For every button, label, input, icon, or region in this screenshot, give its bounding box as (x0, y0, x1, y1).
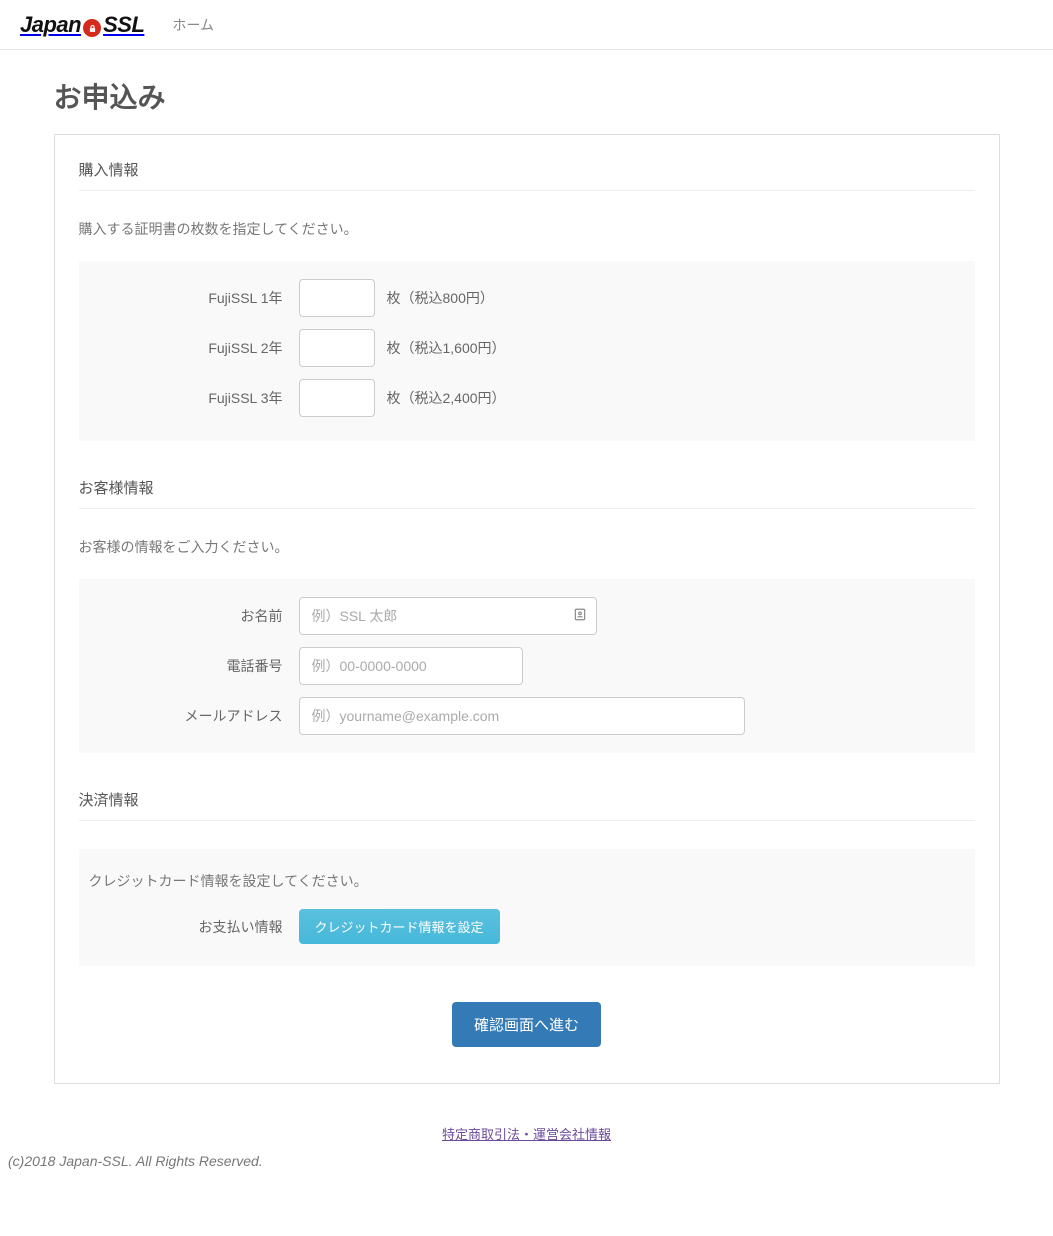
copyright: (c)2018 Japan-SSL. All Rights Reserved. (0, 1149, 1053, 1189)
product-label: FujiSSL 2年 (79, 338, 299, 358)
name-label: お名前 (79, 606, 299, 626)
application-panel: 購入情報 購入する証明書の枚数を指定してください。 FujiSSL 1年 枚（税… (54, 134, 1000, 1084)
product-label: FujiSSL 1年 (79, 288, 299, 308)
unit-price: 枚（税込1,600円） (387, 338, 506, 358)
confirm-button[interactable]: 確認画面へ進む (452, 1002, 601, 1047)
submit-row: 確認画面へ進む (79, 1002, 975, 1047)
phone-label: 電話番号 (79, 656, 299, 676)
payment-label: お支払い情報 (79, 917, 299, 937)
section-purchase: 購入情報 購入する証明書の枚数を指定してください。 FujiSSL 1年 枚（税… (79, 159, 975, 441)
purchase-row: FujiSSL 1年 枚（税込800円） (79, 279, 975, 317)
section-customer: お客様情報 お客様の情報をご入力ください。 お名前 (79, 477, 975, 753)
nav-home-link[interactable]: ホーム (172, 15, 214, 35)
page-title: お申込み (54, 76, 1000, 116)
footer-links: 特定商取引法・運営会社情報 (0, 1124, 1053, 1143)
product-label: FujiSSL 3年 (79, 388, 299, 408)
navbar: Japan SSL ホーム (0, 0, 1053, 50)
unit-price: 枚（税込800円） (387, 288, 494, 308)
quantity-input-2yr[interactable] (299, 329, 375, 367)
name-row: お名前 (79, 597, 975, 635)
email-row: メールアドレス (79, 697, 975, 735)
customer-heading: お客様情報 (79, 477, 975, 509)
email-input[interactable] (299, 697, 745, 735)
phone-row: 電話番号 (79, 647, 975, 685)
phone-input[interactable] (299, 647, 523, 685)
payment-heading: 決済情報 (79, 789, 975, 821)
name-input[interactable] (299, 597, 597, 635)
customer-desc: お客様の情報をご入力ください。 (79, 537, 975, 557)
purchase-items: FujiSSL 1年 枚（税込800円） FujiSSL 2年 枚（税込1,60… (79, 261, 975, 441)
purchase-row: FujiSSL 3年 枚（税込2,400円） (79, 379, 975, 417)
quantity-input-3yr[interactable] (299, 379, 375, 417)
purchase-desc: 購入する証明書の枚数を指定してください。 (79, 219, 975, 239)
logo-text-japan: Japan (20, 12, 81, 38)
payment-row: お支払い情報 クレジットカード情報を設定 (79, 909, 975, 944)
email-label: メールアドレス (79, 706, 299, 726)
logo-text-ssl: SSL (103, 12, 144, 38)
set-credit-card-button[interactable]: クレジットカード情報を設定 (299, 909, 500, 944)
payment-desc: クレジットカード情報を設定してください。 (89, 871, 975, 891)
law-info-link[interactable]: 特定商取引法・運営会社情報 (442, 1127, 611, 1142)
purchase-heading: 購入情報 (79, 159, 975, 191)
unit-price: 枚（税込2,400円） (387, 388, 506, 408)
purchase-row: FujiSSL 2年 枚（税込1,600円） (79, 329, 975, 367)
section-payment: 決済情報 クレジットカード情報を設定してください。 お支払い情報 クレジットカー… (79, 789, 975, 966)
payment-block: クレジットカード情報を設定してください。 お支払い情報 クレジットカード情報を設… (79, 849, 975, 966)
quantity-input-1yr[interactable] (299, 279, 375, 317)
customer-form: お名前 電話番号 (79, 579, 975, 753)
lock-icon (83, 19, 101, 37)
logo[interactable]: Japan SSL (20, 12, 144, 38)
